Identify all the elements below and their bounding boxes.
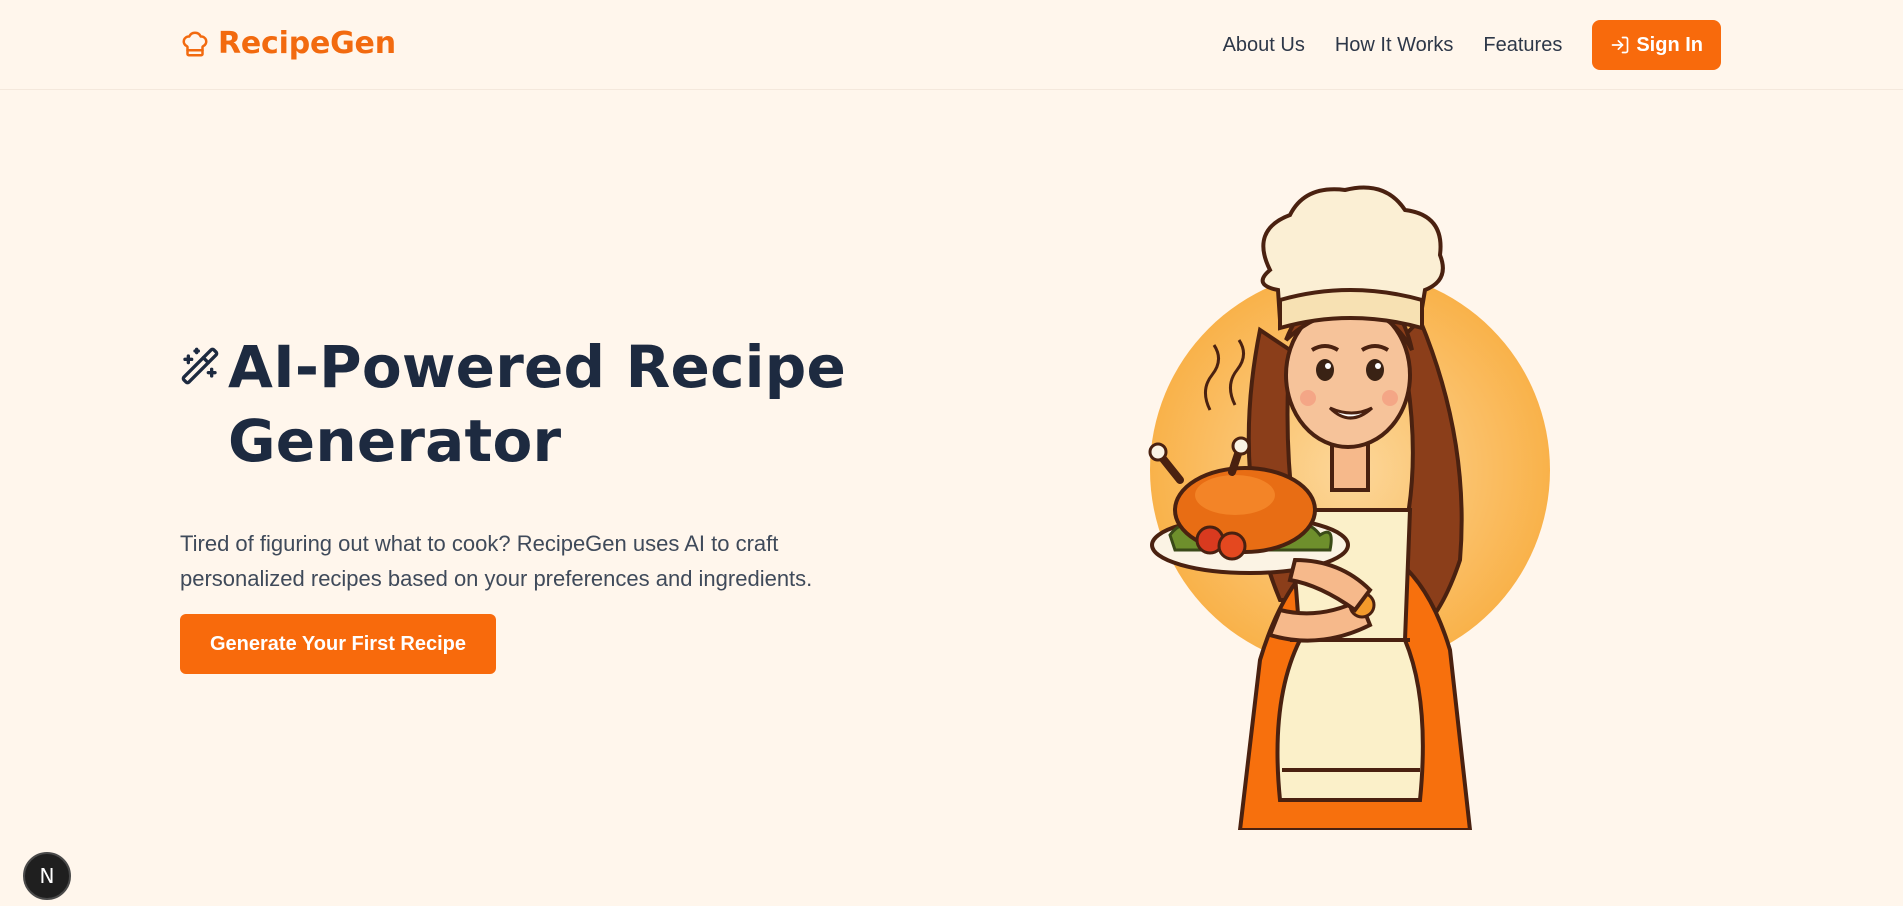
chef-hat-icon xyxy=(182,31,208,56)
generate-first-recipe-button[interactable]: Generate Your First Recipe xyxy=(180,614,497,674)
brand-name: RecipeGen xyxy=(218,26,396,61)
sign-in-label: Sign In xyxy=(1636,33,1703,56)
hero-heading: AI-Powered Recipe Generator xyxy=(180,330,846,478)
page-title-line-1: AI-Powered Recipe xyxy=(228,333,846,401)
nav-link-how-it-works[interactable]: How It Works xyxy=(1335,20,1454,70)
nav-link-features[interactable]: Features xyxy=(1483,20,1562,70)
nextjs-dev-indicator[interactable]: N xyxy=(23,852,71,900)
hero-description-line-2: personalized recipes based on your prefe… xyxy=(180,566,813,591)
chef-holding-roast-chicken-illustration xyxy=(1148,185,1550,830)
hero-description: Tired of figuring out what to cook? Reci… xyxy=(180,526,860,596)
page-title-line-2: Generator xyxy=(228,407,562,475)
magic-wand-icon xyxy=(181,347,219,385)
hero-description-line-1: Tired of figuring out what to cook? Reci… xyxy=(180,531,779,556)
sign-in-button[interactable]: Sign In xyxy=(1592,20,1721,70)
page-title: AI-Powered Recipe Generator xyxy=(228,330,846,478)
navbar: RecipeGen About Us How It Works Features… xyxy=(0,0,1903,90)
brand-logo-link[interactable]: RecipeGen xyxy=(180,26,396,61)
nav-links: About Us How It Works Features Sign In xyxy=(1223,20,1721,70)
nav-link-about-us[interactable]: About Us xyxy=(1223,20,1305,70)
log-in-icon xyxy=(1611,36,1629,54)
nextjs-icon: N xyxy=(39,864,55,888)
